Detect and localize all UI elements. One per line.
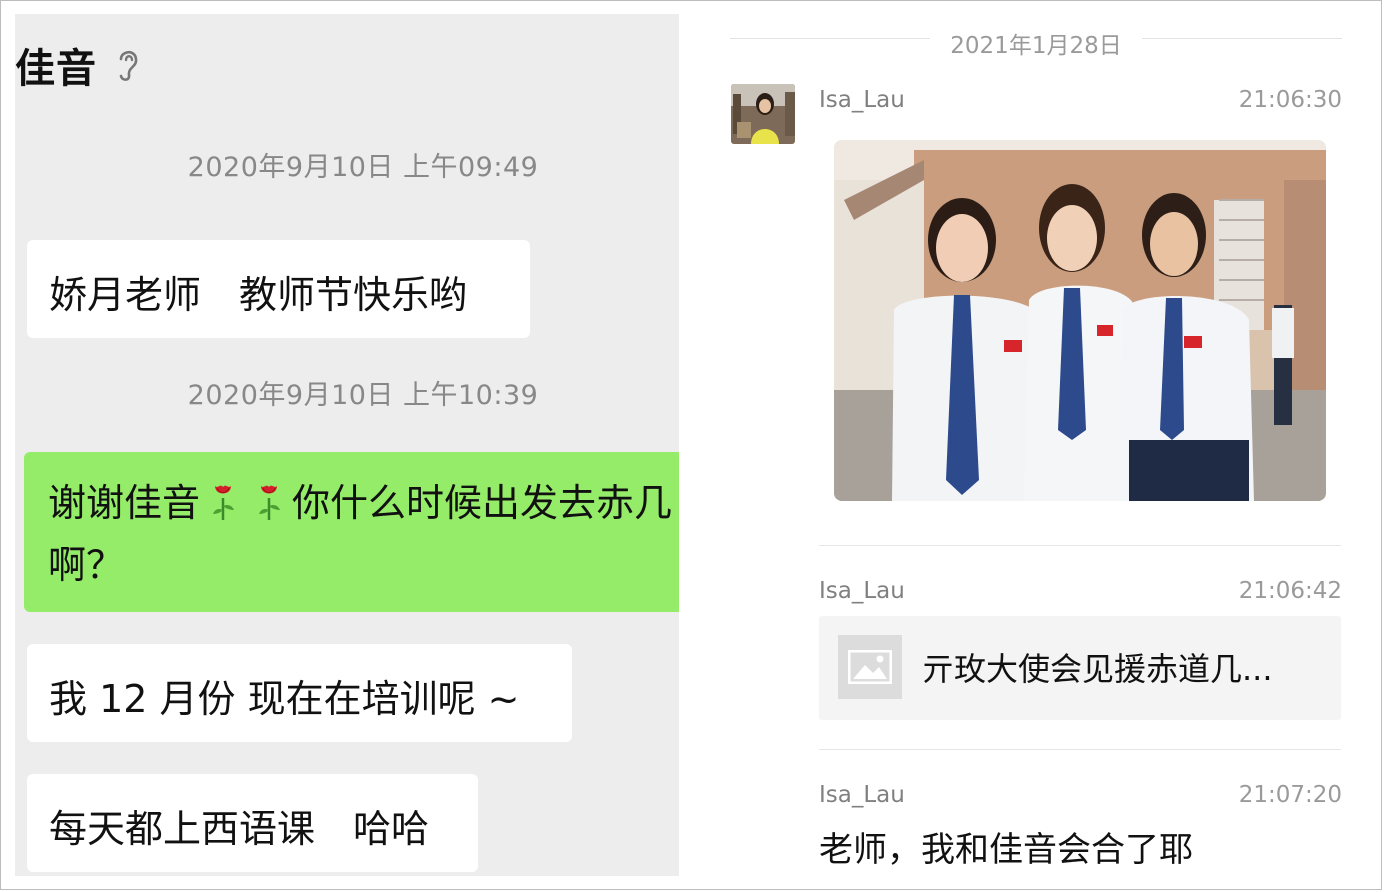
chat-title: 佳音	[15, 46, 97, 92]
rose-emoji-icon	[213, 485, 235, 520]
message-bubble-received[interactable]: 每天都上西语课 哈哈	[27, 774, 478, 872]
message-text: 老师，我和佳音会合了耶	[819, 830, 1193, 870]
divider-line	[819, 545, 1341, 546]
message-bubble-received[interactable]: 我 12 月份 现在在培训呢 ~	[27, 644, 572, 742]
message-time: 21:07:20	[1238, 782, 1342, 808]
date-separator: 2021年1月28日	[730, 26, 1342, 59]
rose-emoji-icon	[259, 485, 281, 520]
message-timestamp: 2020年9月10日 上午10:39	[187, 380, 539, 411]
message-time: 21:06:30	[1238, 87, 1342, 113]
image-placeholder-icon	[838, 635, 902, 699]
link-card[interactable]: 亓玫大使会见援赤道几...	[819, 616, 1341, 720]
message-text-part1: 谢谢佳音	[48, 481, 201, 525]
date-label: 2021年1月28日	[950, 33, 1122, 59]
sender-name: Isa_Lau	[819, 578, 905, 604]
chat-header: 佳音	[15, 36, 141, 94]
sender-name: Isa_Lau	[819, 782, 905, 808]
message-time: 21:06:42	[1238, 578, 1342, 604]
link-title: 亓玫大使会见援赤道几...	[922, 650, 1273, 688]
message-bubble-sent[interactable]: 谢谢佳音 你什么时候出发去赤几啊？	[24, 452, 679, 612]
message-text: 每天都上西语课 哈哈	[49, 807, 430, 851]
message-text: 我 12 月份 现在在培训呢 ~	[49, 677, 520, 721]
message-timestamp: 2020年9月10日 上午09:49	[187, 152, 539, 183]
message-bubble-received[interactable]: 娇月老师 教师节快乐哟	[27, 240, 530, 338]
divider-line	[819, 749, 1341, 750]
avatar[interactable]	[731, 84, 795, 144]
chat-history-panel: 2021年1月28日 Isa_Lau 21:06:30 Isa_Lau 21:0…	[690, 0, 1384, 892]
divider-line	[1142, 38, 1342, 39]
wechat-chat-panel: 佳音 2020年9月10日 上午09:49 娇月老师 教师节快乐哟 2020年9…	[15, 14, 679, 876]
ear-icon[interactable]	[115, 47, 141, 83]
sender-name: Isa_Lau	[819, 87, 905, 113]
message-text: 娇月老师 教师节快乐哟	[49, 273, 468, 317]
shared-photo[interactable]	[834, 140, 1326, 501]
